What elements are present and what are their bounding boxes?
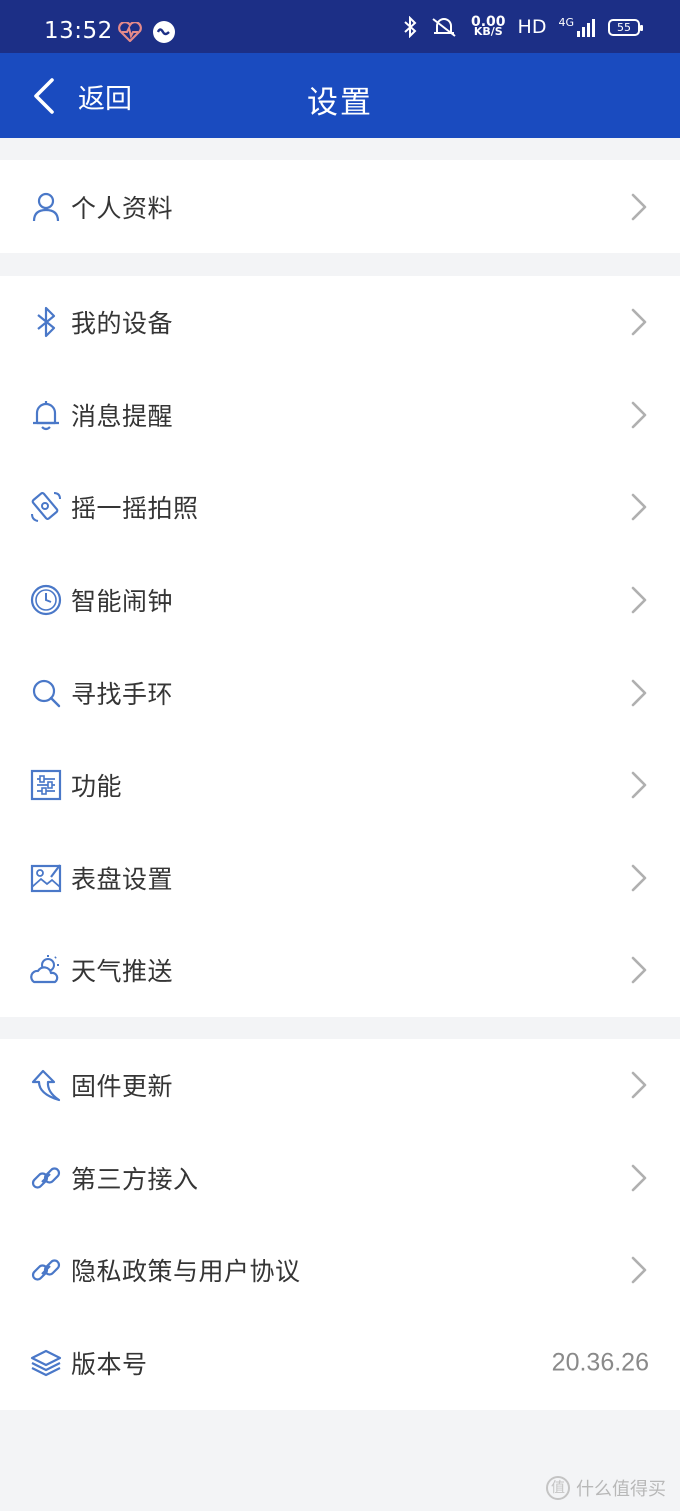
bell-icon xyxy=(27,396,65,434)
version-number: 20.36.26 xyxy=(551,1348,649,1377)
chevron-right-icon xyxy=(631,586,647,614)
settings-group-about: 固件更新 第三方接入 隐私政策与用户协议 版本号 20.36.26 xyxy=(0,1039,680,1410)
hd-indicator: HD xyxy=(517,16,547,38)
settings-item-my-device[interactable]: 我的设备 xyxy=(0,276,680,369)
settings-item-label: 第三方接入 xyxy=(71,1164,199,1194)
settings-item-label: 固件更新 xyxy=(71,1072,174,1102)
settings-item-label: 隐私政策与用户协议 xyxy=(71,1257,301,1287)
app-notification-icon xyxy=(153,21,175,43)
clock-icon xyxy=(27,581,65,619)
settings-item-label: 智能闹钟 xyxy=(71,587,174,617)
signal-icon xyxy=(577,19,595,37)
status-bar: 13:52 0.00 KB/S HD 4G 55 xyxy=(0,0,680,53)
chevron-right-icon xyxy=(631,957,647,984)
settings-item-label: 版本号 xyxy=(71,1350,148,1380)
chevron-right-icon xyxy=(631,494,647,521)
settings-item-label: 功能 xyxy=(71,772,123,802)
link-icon xyxy=(27,1251,65,1289)
watermark: 值 什么值得买 xyxy=(546,1475,666,1501)
layers-icon xyxy=(27,1344,65,1382)
settings-item-watch-face[interactable]: 表盘设置 xyxy=(0,832,680,925)
chevron-right-icon xyxy=(631,1257,647,1284)
person-icon xyxy=(27,188,65,226)
settings-item-weather[interactable]: 天气推送 xyxy=(0,924,680,1017)
settings-item-label: 表盘设置 xyxy=(71,864,174,894)
chevron-right-icon xyxy=(631,193,647,220)
shake-camera-icon xyxy=(27,488,65,526)
settings-item-label: 摇一摇拍照 xyxy=(71,494,199,524)
network-speed-unit: KB/S xyxy=(473,25,503,38)
chevron-right-icon xyxy=(631,771,647,799)
chevron-right-icon xyxy=(631,1164,647,1192)
settings-item-shake-photo[interactable]: 摇一摇拍照 xyxy=(0,461,680,554)
chevron-right-icon xyxy=(631,308,647,336)
settings-item-label: 消息提醒 xyxy=(71,401,174,431)
settings-group-profile: 个人资料 xyxy=(0,160,680,253)
settings-item-label: 寻找手环 xyxy=(71,679,174,709)
weather-icon xyxy=(27,951,65,989)
settings-item-label: 我的设备 xyxy=(71,309,174,339)
watermark-text: 什么值得买 xyxy=(576,1479,666,1500)
settings-item-version: 版本号 20.36.26 xyxy=(0,1317,680,1410)
update-arrow-icon xyxy=(27,1066,65,1104)
chevron-right-icon xyxy=(631,401,647,429)
heart-rate-icon xyxy=(118,22,142,42)
search-icon xyxy=(27,674,65,712)
signal-indicator: 4G xyxy=(558,17,596,37)
settings-item-smart-alarm[interactable]: 智能闹钟 xyxy=(0,554,680,647)
image-edit-icon xyxy=(27,859,65,897)
chevron-right-icon xyxy=(631,679,647,706)
settings-group-device: 我的设备 消息提醒 摇一摇拍照 智能闹钟 寻找手环 功能 表盘设置 天气推送 xyxy=(0,276,680,1017)
settings-item-label: 天气推送 xyxy=(71,957,174,987)
mute-bell-icon xyxy=(432,18,456,37)
link-icon xyxy=(27,1159,65,1197)
page-title: 设置 xyxy=(307,85,373,121)
app-header: 返回 设置 xyxy=(0,53,680,138)
watermark-logo: 值 xyxy=(546,1476,570,1500)
settings-item-profile[interactable]: 个人资料 xyxy=(0,160,680,253)
settings-item-label: 个人资料 xyxy=(71,193,174,223)
settings-item-privacy-policy[interactable]: 隐私政策与用户协议 xyxy=(0,1224,680,1317)
settings-item-find-band[interactable]: 寻找手环 xyxy=(0,646,680,739)
settings-item-third-party[interactable]: 第三方接入 xyxy=(0,1132,680,1225)
chevron-right-icon xyxy=(631,864,647,892)
bluetooth-status-icon xyxy=(404,16,417,38)
status-time: 13:52 xyxy=(44,18,113,44)
status-left-icons xyxy=(118,20,176,44)
status-right-icons: 0.00 KB/S HD 4G 55 xyxy=(403,15,643,38)
chevron-right-icon xyxy=(631,1071,647,1099)
settings-item-functions[interactable]: 功能 xyxy=(0,739,680,832)
sliders-icon xyxy=(27,766,65,804)
settings-item-notifications[interactable]: 消息提醒 xyxy=(0,369,680,462)
network-speed: 0.00 KB/S xyxy=(471,15,506,38)
battery-indicator: 55 xyxy=(608,18,643,36)
network-type: 4G xyxy=(558,16,574,29)
bluetooth-icon xyxy=(27,303,65,341)
settings-item-firmware-update[interactable]: 固件更新 xyxy=(0,1039,680,1132)
